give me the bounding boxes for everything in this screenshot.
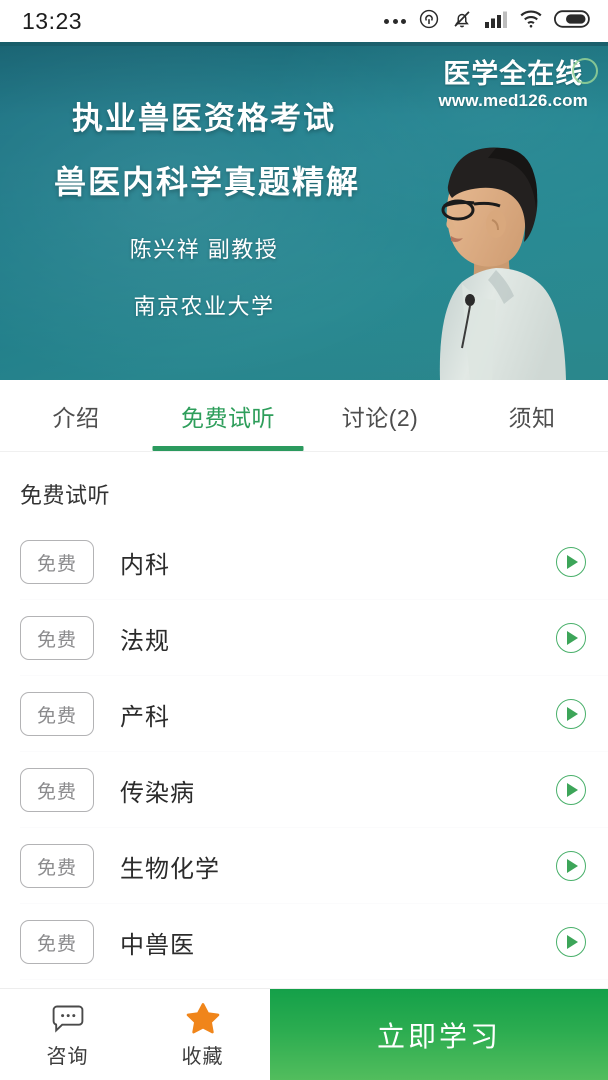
- play-icon[interactable]: [556, 775, 586, 805]
- lesson-list: 免费 内科 免费 法规 免费 产科 免费 传染病 免费 生物化学 免费 中兽医: [0, 524, 608, 980]
- hero-lecturer: 陈兴祥 副教授: [129, 236, 279, 262]
- list-item[interactable]: 免费 内科: [0, 524, 608, 600]
- bottom-action-bar: 咨询 收藏 立即学习: [0, 988, 608, 1080]
- play-icon[interactable]: [556, 851, 586, 881]
- play-icon[interactable]: [556, 623, 586, 653]
- start-learning-button[interactable]: 立即学习: [270, 989, 608, 1080]
- chat-bubble-icon: [51, 1001, 85, 1035]
- free-badge: 免费: [20, 920, 94, 964]
- lesson-title: 中兽医: [120, 931, 195, 959]
- consult-button[interactable]: 咨询: [0, 989, 135, 1080]
- list-item[interactable]: 免费 生物化学: [0, 828, 608, 904]
- hero-institution: 南京农业大学: [133, 293, 275, 319]
- section-title: 免费试听: [20, 483, 111, 508]
- hero-text-block: 执业兽医资格考试 兽医内科学真题精解 陈兴祥 副教授 南京农业大学: [0, 100, 408, 321]
- tab-discussion[interactable]: 讨论(2): [304, 380, 456, 451]
- watermark-url: www.med126.com: [438, 91, 588, 111]
- signal-bars-icon: [484, 9, 508, 34]
- play-icon[interactable]: [556, 699, 586, 729]
- cast-icon: [418, 8, 440, 35]
- lesson-title: 法规: [120, 627, 170, 655]
- lesson-title: 传染病: [120, 779, 195, 807]
- tab-free-trial[interactable]: 免费试听: [152, 380, 304, 451]
- lesson-title: 内科: [120, 551, 170, 579]
- play-icon[interactable]: [556, 547, 586, 577]
- bell-muted-icon: [451, 8, 473, 35]
- presenter-photo: [439, 147, 566, 380]
- free-badge: 免费: [20, 540, 94, 584]
- free-badge: 免费: [20, 616, 94, 660]
- app-root: 13:23 医学全在线 www.med126.com 执业兽医资格考试 兽医内科…: [0, 0, 608, 1080]
- list-item[interactable]: 免费 法规: [0, 600, 608, 676]
- watermark-circle-icon: [572, 58, 598, 84]
- list-item[interactable]: 免费 中兽医: [0, 904, 608, 980]
- list-item[interactable]: 免费 产科: [0, 676, 608, 752]
- free-badge: 免费: [20, 768, 94, 812]
- course-tab-bar: 介绍 免费试听 讨论(2) 须知: [0, 380, 608, 452]
- lesson-title: 生物化学: [120, 855, 220, 883]
- lesson-title: 产科: [120, 703, 170, 731]
- list-item[interactable]: 免费 传染病: [0, 752, 608, 828]
- free-badge: 免费: [20, 692, 94, 736]
- play-icon[interactable]: [556, 927, 586, 957]
- favorite-button[interactable]: 收藏: [135, 989, 270, 1080]
- free-trial-panel: 免费试听 免费 内科 免费 法规 免费 产科 免费 传染病 免费 生物化学 免费…: [0, 452, 608, 988]
- consult-label: 咨询: [46, 1045, 89, 1068]
- star-icon: [186, 1001, 220, 1035]
- watermark-brand: 医学全在线: [443, 59, 584, 89]
- tab-introduction[interactable]: 介绍: [0, 380, 152, 451]
- site-watermark: 医学全在线 www.med126.com: [438, 59, 588, 111]
- hero-course-title: 兽医内科学真题精解: [53, 164, 360, 201]
- hero-top-edge: [0, 42, 608, 46]
- favorite-label: 收藏: [181, 1045, 224, 1068]
- more-dots-icon: [384, 18, 406, 24]
- status-time: 13:23: [22, 7, 83, 34]
- course-hero-banner[interactable]: 医学全在线 www.med126.com 执业兽医资格考试 兽医内科学真题精解 …: [0, 42, 608, 380]
- free-badge: 免费: [20, 844, 94, 888]
- wifi-icon: [519, 9, 543, 34]
- tab-notice[interactable]: 须知: [456, 380, 608, 451]
- hero-exam-title: 执业兽医资格考试: [72, 101, 336, 136]
- status-bar: 13:23: [0, 0, 608, 42]
- battery-icon: [553, 9, 590, 34]
- status-icon-group: [384, 8, 590, 35]
